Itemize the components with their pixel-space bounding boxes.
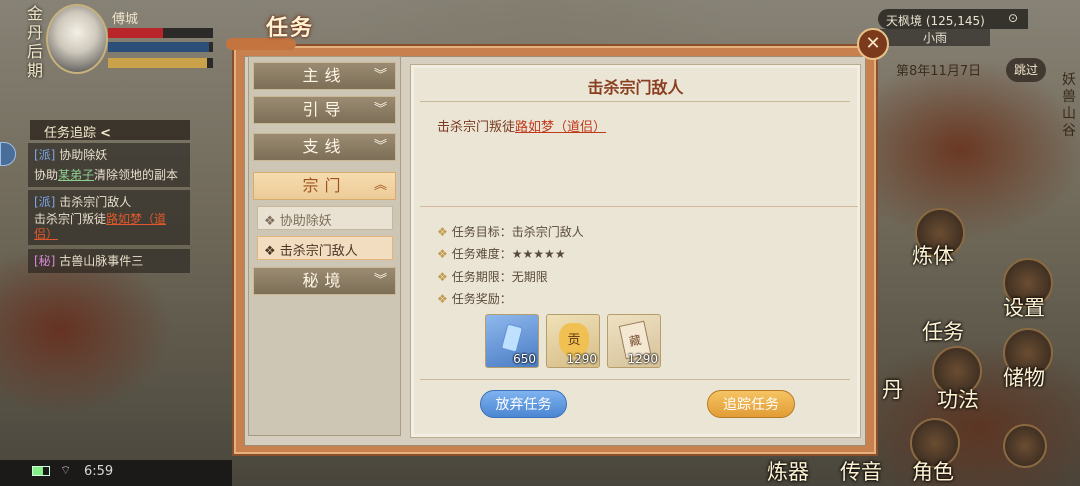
abandon-quest-button[interactable]: 放弃任务 <box>480 390 567 418</box>
menu-body-training[interactable]: 炼体 <box>912 240 954 270</box>
divider <box>420 101 850 102</box>
track-quest-button[interactable]: 追踪任务 <box>707 390 795 418</box>
tracker-header[interactable]: 任务追踪 < <box>30 120 190 141</box>
realm-label: 金丹后期 <box>26 4 43 80</box>
menu-character[interactable]: 角色 <box>912 456 954 486</box>
category-side[interactable]: 支线 ︾ <box>253 133 396 161</box>
chevron-up-icon: ︽ <box>373 178 387 193</box>
mp-bar <box>108 42 213 52</box>
search-icon[interactable]: ⊙ <box>1008 11 1018 25</box>
sub-item-assist[interactable]: ❖ 协助除妖 <box>257 206 393 230</box>
chevron-down-icon: ︾ <box>373 68 387 83</box>
menu-storage[interactable]: 储物 <box>1003 362 1045 392</box>
difficulty-stars: ★★★★★ <box>511 247 566 261</box>
quest-tag: [派] <box>34 195 56 209</box>
location-label: 天枫境 (125,145) ⊙ <box>878 9 1028 29</box>
battery-icon <box>32 466 50 476</box>
tracker-title: 任务追踪 <box>44 126 97 141</box>
date-label: 第8年11月7日 <box>896 64 982 79</box>
wifi-icon: ⌔ <box>60 463 72 477</box>
tracker-item[interactable]: [派] 击杀宗门敌人 击杀宗门叛徒路如梦（道侣） <box>28 190 190 245</box>
scroll-icon[interactable]: 藏 1290 <box>607 314 661 368</box>
menu-quest[interactable]: 任务 <box>922 316 964 346</box>
reward-row: ❖ 任务奖励： <box>437 292 512 306</box>
player-name: 傅城 <box>112 12 139 27</box>
clock: 6:59 <box>84 464 114 479</box>
divider <box>420 379 850 380</box>
exp-bar <box>108 58 213 68</box>
chevron-down-icon: ︾ <box>373 273 387 288</box>
menu-alchemy[interactable]: 丹 <box>882 374 903 404</box>
dialog-title: 任务 <box>266 15 315 41</box>
skip-button[interactable]: 跳过 <box>1006 58 1046 82</box>
close-icon[interactable]: ✕ <box>857 28 889 60</box>
area-label: 妖兽山谷 <box>1062 72 1076 139</box>
quest-name: 协助除妖 <box>59 148 108 162</box>
quest-title: 击杀宗门敌人 <box>587 78 684 97</box>
menu-skills[interactable]: 功法 <box>937 384 979 414</box>
tracker-collapse-icon[interactable]: < <box>100 126 111 141</box>
quest-link[interactable]: 某弟子 <box>58 168 94 182</box>
tracker-item[interactable]: [秘] 古兽山脉事件三 <box>28 249 190 273</box>
chevron-down-icon: ︾ <box>373 139 387 154</box>
avatar[interactable] <box>46 4 108 74</box>
weather-label: 小雨 <box>880 29 990 46</box>
divider <box>420 206 858 207</box>
category-secret-realm[interactable]: 秘境 ︾ <box>253 267 396 295</box>
quest-detail: 击杀宗门叛徒 <box>34 212 107 226</box>
quest-tag: [派] <box>34 148 56 162</box>
quest-name: 击杀宗门敌人 <box>59 195 132 209</box>
deadline-row: ❖ 任务期限：无期限 <box>437 270 548 284</box>
quest-tag: [秘] <box>34 254 56 268</box>
category-main[interactable]: 主线 ︾ <box>253 62 396 90</box>
target-link[interactable]: 路如梦（道侣） <box>515 120 606 135</box>
reward-count: 650 <box>513 352 536 366</box>
quest-description: 击杀宗门叛徒路如梦（道侣） <box>437 120 607 135</box>
quest-detail: 清除领地的副本 <box>94 168 179 182</box>
menu-forging[interactable]: 炼器 <box>767 456 809 486</box>
hp-bar <box>108 28 213 38</box>
sub-item-kill-enemy[interactable]: ❖ 击杀宗门敌人 <box>257 236 393 260</box>
menu-settings[interactable]: 设置 <box>1003 292 1045 322</box>
contribution-bag-icon[interactable]: 贡 1290 <box>546 314 600 368</box>
quest-name: 古兽山脉事件三 <box>59 254 144 268</box>
menu-messages[interactable]: 传音 <box>840 456 882 486</box>
category-guide[interactable]: 引导 ︾ <box>253 96 396 124</box>
spirit-stone-icon[interactable]: 650 <box>485 314 539 368</box>
chevron-down-icon: ︾ <box>373 102 387 117</box>
fan-icon[interactable] <box>1003 424 1047 468</box>
reward-count: 1290 <box>627 352 658 366</box>
quest-detail: 协助 <box>34 168 59 182</box>
objective-row: ❖ 任务目标：击杀宗门敌人 <box>437 225 584 239</box>
difficulty-row: ❖ 任务难度：★★★★★ <box>437 247 566 261</box>
reward-count: 1290 <box>566 352 597 366</box>
category-sect[interactable]: 宗门 ︽ <box>253 172 396 200</box>
tracker-item[interactable]: [派] 协助除妖 协助某弟子清除领地的副本 <box>28 143 190 187</box>
